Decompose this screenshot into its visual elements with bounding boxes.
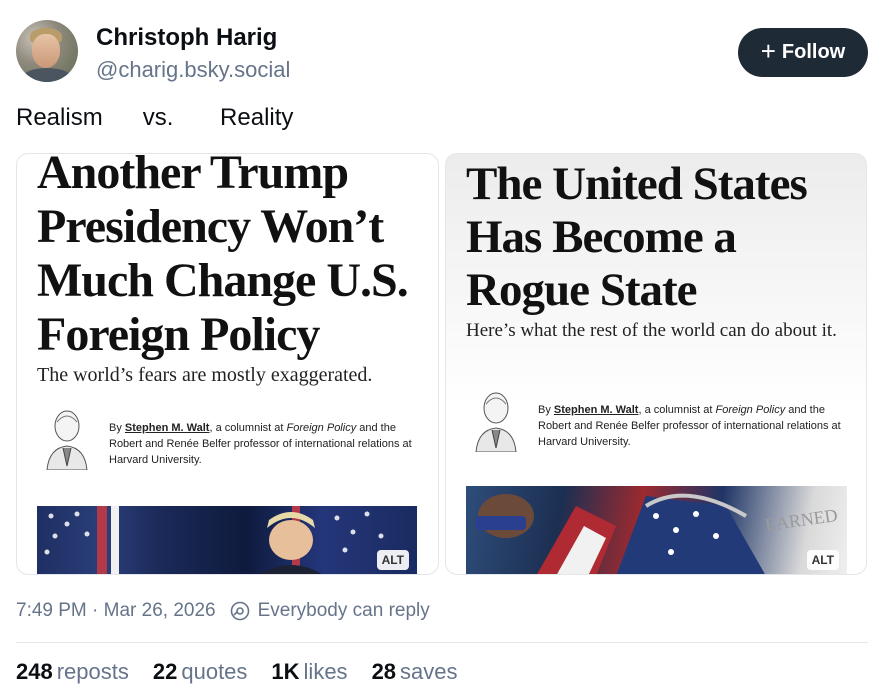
alt-badge[interactable]: ALT (376, 550, 409, 570)
post-meta: 7:49 PM · Mar 26, 2026 Everybody can rep… (16, 600, 430, 622)
photo-sign-text: EARNED (764, 505, 839, 535)
article-subhead: Here’s what the rest of the world can do… (466, 320, 837, 341)
follow-button-label: Follow (781, 41, 846, 63)
article-headline: The United States Has Become a Rogue Sta… (466, 158, 808, 316)
article-byline: By Stephen M. Walt, a columnist at Forei… (109, 422, 412, 466)
likes-stat[interactable]: 1K likes (271, 659, 347, 685)
author-portrait (46, 410, 88, 470)
post-image-right[interactable]: The United States Has Become a Rogue Sta… (445, 153, 867, 575)
post-header: Christoph Harig @charig.bsky.social + Fo… (16, 20, 868, 84)
author-portrait (475, 392, 517, 452)
author-name[interactable]: Christoph Harig (96, 24, 277, 52)
reply-setting-text: Everybody can reply (257, 600, 430, 621)
post-text: Realism vs. Reality (16, 104, 294, 131)
article-headline: Another Trump Presidency Won’t Much Chan… (37, 153, 409, 361)
saves-stat[interactable]: 28 saves (372, 659, 458, 685)
plus-icon: + (760, 36, 776, 66)
follow-button[interactable]: + Follow (738, 28, 868, 77)
reposts-stat[interactable]: 248 reposts (16, 659, 129, 685)
article-byline: By Stephen M. Walt, a columnist at Forei… (538, 404, 841, 448)
quotes-stat[interactable]: 22 quotes (153, 659, 248, 685)
divider (16, 642, 868, 643)
reply-settings-icon (230, 601, 249, 621)
post-timestamp[interactable]: 7:49 PM · Mar 26, 2026 (16, 600, 216, 622)
article-subhead: The world’s fears are mostly exaggerated… (37, 364, 373, 386)
avatar[interactable] (16, 20, 78, 82)
post-stats: 248 reposts 22 quotes 1K likes 28 saves (16, 659, 482, 685)
author-handle[interactable]: @charig.bsky.social (96, 57, 290, 83)
article-photo: ALT (37, 506, 417, 574)
article-photo: EARNED ALT (466, 486, 847, 574)
post-image-left[interactable]: Another Trump Presidency Won’t Much Chan… (16, 153, 439, 575)
alt-badge[interactable]: ALT (806, 550, 839, 570)
